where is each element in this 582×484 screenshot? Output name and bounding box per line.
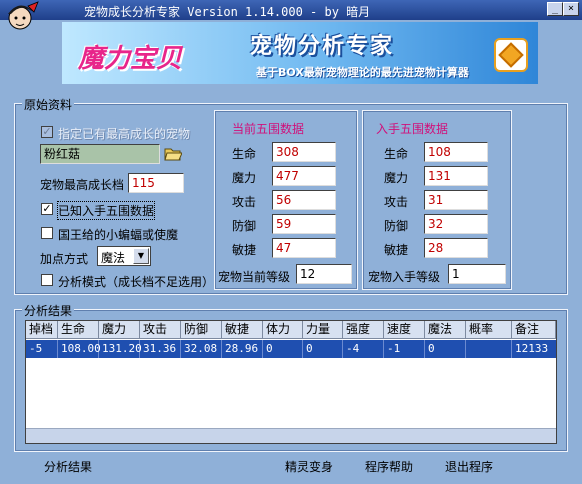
column-header[interactable]: 攻击 — [140, 321, 181, 339]
analysis-result-label: 分析结果 — [44, 460, 93, 474]
max-growth-label: 宠物最高成长档 — [40, 178, 125, 192]
king-bat-checkbox-label: 国王给的小蝙蝠或使魔 — [58, 228, 179, 242]
initial-stat-label: 攻击 — [384, 195, 409, 209]
help-button[interactable]: 程序帮助 — [365, 458, 413, 475]
column-header[interactable]: 体力 — [263, 321, 303, 339]
current-agility-input[interactable]: 47 — [272, 238, 336, 258]
table-cell: 0 — [425, 340, 466, 358]
current-hp-input[interactable]: 308 — [272, 142, 336, 162]
initial-defense-input[interactable]: 32 — [424, 214, 488, 234]
column-header[interactable]: 概率 — [466, 321, 512, 339]
analysis-mode-checkbox[interactable] — [41, 274, 53, 286]
initial-agility-input[interactable]: 28 — [424, 238, 488, 258]
table-cell: 108.00 — [58, 340, 101, 358]
chevron-down-icon[interactable]: ▼ — [133, 248, 149, 264]
column-header[interactable]: 生命 — [58, 321, 99, 339]
table-row[interactable]: -5 108.00 131.20 31.36 32.08 28.96 0 0 -… — [26, 340, 556, 358]
initial-stats-title: 入手五围数据 — [376, 122, 449, 136]
initial-level-input[interactable]: 1 — [448, 264, 506, 284]
table-cell — [466, 340, 512, 358]
table-cell: -4 — [343, 340, 384, 358]
table-cell: -5 — [26, 340, 58, 358]
initial-stat-label: 魔力 — [384, 171, 409, 185]
initial-attack-input[interactable]: 31 — [424, 190, 488, 210]
app-logo-icon — [8, 1, 39, 30]
initial-stat-label: 敏捷 — [384, 243, 409, 257]
max-growth-input[interactable]: 115 — [128, 173, 184, 193]
table-cell: 12133 — [515, 342, 549, 355]
point-mode-select[interactable]: 魔法 ▼ — [97, 246, 151, 266]
point-mode-value: 魔法 — [101, 251, 126, 265]
max-growth-checkbox[interactable]: ✓ — [41, 126, 53, 138]
current-stat-label: 敏捷 — [232, 243, 257, 257]
banner-logo: 魔力宝贝 — [78, 44, 183, 74]
pet-name-field[interactable]: 粉红菇 — [40, 144, 160, 164]
folder-open-icon[interactable] — [164, 146, 182, 162]
table-cell: 0 — [263, 340, 303, 358]
table-cell: 28.96 — [222, 340, 263, 358]
banner: 魔力宝贝 宠物分析专家 基于BOX最新宠物理论的最先进宠物计算器 — [62, 22, 538, 84]
current-attack-input[interactable]: 56 — [272, 190, 336, 210]
point-mode-label: 加点方式 — [40, 252, 89, 266]
initial-mp-input[interactable]: 131 — [424, 166, 488, 186]
close-button[interactable]: × — [563, 2, 579, 16]
initial-level-label: 宠物入手等级 — [368, 270, 441, 284]
results-table[interactable]: 掉档 生命 魔力 攻击 防御 敏捷 体力 力量 强度 速度 魔法 概率 备注 -… — [25, 320, 557, 444]
title-bar: 宠物成长分析专家 Version 1.14.000 - by 暗月 _ × — [0, 0, 582, 20]
king-bat-checkbox[interactable] — [41, 227, 53, 239]
current-stat-label: 生命 — [232, 147, 257, 161]
max-growth-checkbox-label: 指定已有最高成长的宠物 — [58, 127, 191, 141]
column-header[interactable]: 力量 — [303, 321, 343, 339]
analysis-mode-checkbox-label: 分析模式（成长档不足选用） — [58, 275, 215, 289]
box-logo-icon — [494, 38, 528, 72]
column-header[interactable]: 掉档 — [26, 321, 58, 339]
column-header[interactable]: 魔法 — [425, 321, 466, 339]
current-mp-input[interactable]: 477 — [272, 166, 336, 186]
horizontal-scrollbar[interactable] — [26, 428, 556, 443]
table-cell: -1 — [384, 340, 425, 358]
column-header[interactable]: 强度 — [343, 321, 384, 339]
current-level-input[interactable]: 12 — [296, 264, 352, 284]
results-group-title: 分析结果 — [22, 302, 75, 319]
transform-button[interactable]: 精灵变身 — [285, 458, 333, 475]
known-stats-checkbox-label: 已知入手五围数据 — [56, 201, 156, 220]
banner-subtitle: 基于BOX最新宠物理论的最先进宠物计算器 — [256, 66, 469, 79]
initial-stat-label: 防御 — [384, 219, 409, 233]
column-header[interactable]: 防御 — [181, 321, 222, 339]
current-stat-label: 攻击 — [232, 195, 257, 209]
column-header[interactable]: 敏捷 — [222, 321, 263, 339]
column-header[interactable]: 魔力 — [99, 321, 140, 339]
column-header[interactable]: 备注 — [512, 321, 556, 339]
current-stat-label: 魔力 — [232, 171, 257, 185]
table-cell: 31.36 — [140, 340, 181, 358]
current-defense-input[interactable]: 59 — [272, 214, 336, 234]
minimize-button[interactable]: _ — [547, 2, 563, 16]
exit-button[interactable]: 退出程序 — [445, 458, 493, 475]
table-cell: 32.08 — [181, 340, 222, 358]
known-stats-checkbox[interactable]: ✓ — [41, 203, 53, 215]
original-data-group-title: 原始资料 — [22, 96, 75, 113]
initial-stat-label: 生命 — [384, 147, 409, 161]
current-level-label: 宠物当前等级 — [218, 270, 291, 284]
table-cell: 131.20 — [99, 340, 142, 358]
initial-hp-input[interactable]: 108 — [424, 142, 488, 162]
table-cell: 0 — [303, 340, 343, 358]
banner-title: 宠物分析专家 — [250, 34, 395, 59]
window-title: 宠物成长分析专家 Version 1.14.000 - by 暗月 — [84, 5, 371, 19]
current-stat-label: 防御 — [232, 219, 257, 233]
column-header[interactable]: 速度 — [384, 321, 425, 339]
current-stats-title: 当前五围数据 — [232, 122, 305, 136]
